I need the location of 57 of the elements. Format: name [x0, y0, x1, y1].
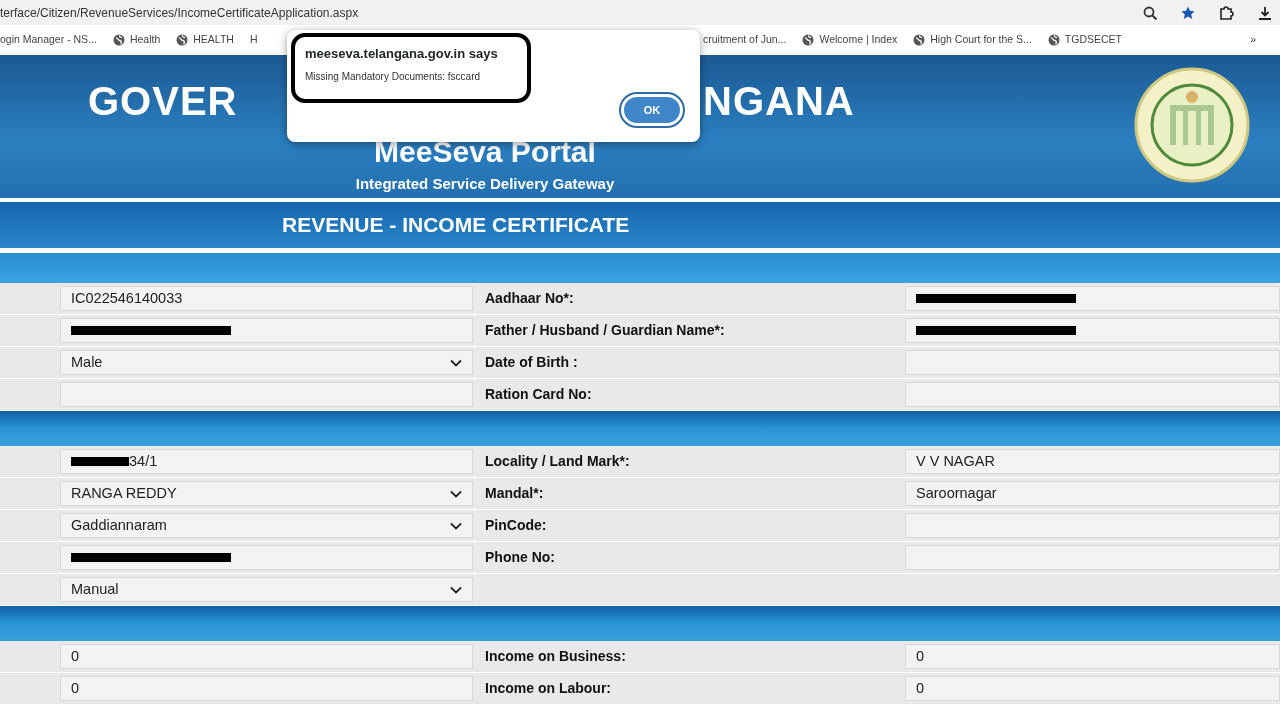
- field-label: Father / Husband / Guardian Name*:: [485, 321, 725, 340]
- input-field[interactable]: [60, 382, 473, 407]
- dialog-message: Missing Mandatory Documents: fsccard: [305, 70, 481, 84]
- input-field[interactable]: [60, 545, 473, 570]
- field-label: Ration Card No:: [485, 385, 592, 404]
- input-field[interactable]: [905, 286, 1280, 311]
- field-label: Income on Business:: [485, 647, 626, 666]
- input-field[interactable]: Saroornagar: [905, 481, 1280, 506]
- input-field[interactable]: [905, 545, 1280, 570]
- select-field[interactable]: Male: [60, 350, 473, 375]
- site-title: NGANA: [703, 79, 855, 123]
- field-label: Income on Labour:: [485, 679, 611, 698]
- input-field[interactable]: 0: [60, 676, 473, 701]
- input-field[interactable]: [905, 350, 1280, 375]
- select-field[interactable]: Manual: [60, 577, 473, 602]
- bookmark[interactable]: Health: [112, 32, 161, 48]
- bookmark[interactable]: High Court for the S...: [913, 32, 1032, 48]
- field-label: Date of Birth :: [485, 353, 578, 372]
- field-label: Aadhaar No*:: [485, 289, 574, 308]
- input-field[interactable]: V V NAGAR: [905, 449, 1280, 474]
- field-label: Locality / Land Mark*:: [485, 452, 630, 471]
- select-field[interactable]: RANGA REDDY: [60, 481, 473, 506]
- input-field[interactable]: [905, 513, 1280, 538]
- tagline: Integrated Service Delivery Gateway: [355, 174, 615, 194]
- more-bookmarks-button[interactable]: »: [1250, 32, 1256, 48]
- chevron-down-icon: [450, 489, 462, 498]
- input-field[interactable]: 34/1: [60, 449, 473, 474]
- download-icon[interactable]: [1258, 5, 1272, 20]
- field-label: PinCode:: [485, 516, 547, 535]
- input-field[interactable]: 0: [905, 644, 1280, 669]
- page-title: REVENUE - INCOME CERTIFICATE: [282, 212, 630, 239]
- field-label: Phone No:: [485, 548, 555, 567]
- zoom-icon[interactable]: [1143, 5, 1157, 20]
- bookmark[interactable]: HEALTH: [176, 32, 234, 48]
- star-icon[interactable]: [1181, 5, 1195, 20]
- bookmark[interactable]: Welcome | Index: [802, 32, 898, 48]
- select-field[interactable]: Gaddiannaram: [60, 513, 473, 538]
- extension-icon[interactable]: [1219, 5, 1234, 20]
- field-label: Mandal*:: [485, 484, 544, 503]
- site-title: GOVER: [88, 79, 238, 123]
- input-field[interactable]: [60, 318, 473, 343]
- portal-title: MeeSeva Portal: [374, 137, 596, 167]
- chevron-down-icon: [450, 358, 462, 367]
- input-field[interactable]: IC022546140033: [60, 286, 473, 311]
- bookmark[interactable]: H: [249, 32, 258, 48]
- redaction-bar: [71, 457, 129, 466]
- ok-button[interactable]: OK: [621, 94, 683, 126]
- input-field[interactable]: [905, 382, 1280, 407]
- input-field[interactable]: 0: [905, 676, 1280, 701]
- chevron-down-icon: [450, 585, 462, 594]
- bookmark[interactable]: TGDSECET: [1047, 32, 1122, 48]
- input-field[interactable]: 0: [60, 644, 473, 669]
- dialog-title: meeseva.telangana.gov.in says: [305, 45, 498, 63]
- bookmark[interactable]: cruitment of Jun...: [703, 32, 787, 48]
- chevron-down-icon: [450, 521, 462, 530]
- input-field[interactable]: [905, 318, 1280, 343]
- bookmark[interactable]: ogin Manager - NS...: [0, 32, 97, 48]
